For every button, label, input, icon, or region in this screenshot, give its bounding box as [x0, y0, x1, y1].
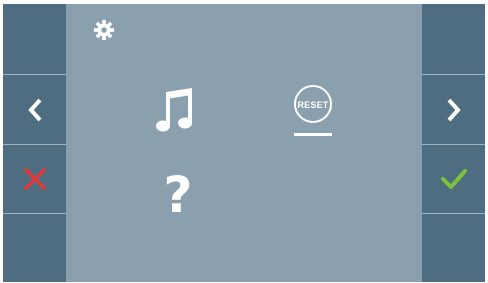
- gear-icon: [93, 19, 115, 41]
- reset-label: RESET: [297, 100, 329, 110]
- check-icon: [440, 169, 467, 189]
- question-mark-icon[interactable]: ?: [158, 168, 198, 222]
- chevron-right-icon: [447, 98, 461, 121]
- close-icon: [23, 168, 46, 190]
- left-panel: [3, 4, 66, 282]
- reset-icon: [294, 85, 332, 136]
- forward-button[interactable]: [422, 75, 485, 144]
- reset-button[interactable]: RESET: [290, 84, 346, 142]
- right-panel: [422, 4, 485, 282]
- confirm-button[interactable]: [422, 145, 485, 213]
- divider: [422, 213, 485, 214]
- divider: [3, 213, 66, 214]
- cancel-button[interactable]: [3, 145, 66, 213]
- music-note-icon[interactable]: [152, 86, 202, 136]
- chevron-left-icon: [27, 98, 41, 121]
- device-screen: RESET ?: [3, 4, 485, 282]
- back-button[interactable]: [3, 75, 66, 144]
- menu-area: RESET ?: [66, 4, 422, 282]
